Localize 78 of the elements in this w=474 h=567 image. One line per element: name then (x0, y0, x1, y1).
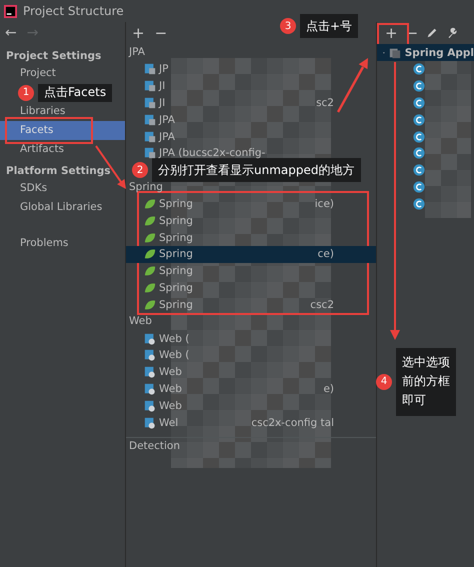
sidebar-item[interactable]: SDKs (0, 179, 125, 198)
facet-row[interactable]: JI sc2 (126, 94, 376, 112)
facet-row[interactable]: Spring csc2 (126, 296, 376, 314)
callout-label: 点击Facets (38, 84, 112, 102)
web-icon (144, 416, 156, 429)
leaf-icon (144, 214, 156, 227)
class-icon (413, 130, 425, 143)
sidebar-item[interactable]: Problems (0, 234, 125, 253)
web-icon (144, 400, 156, 412)
group-header: Web (128, 314, 153, 330)
facet-row[interactable]: Spring ce) (126, 246, 376, 263)
toolbar-button[interactable]: − (154, 24, 168, 42)
sidebar-item[interactable]: Global Libraries (0, 198, 125, 217)
web-icon (144, 349, 156, 362)
facet-row[interactable]: Web ( (126, 330, 376, 347)
section-header: Project Settings (6, 50, 102, 62)
step-number: 2 (132, 162, 148, 178)
tree-row[interactable]: Spring Appl (377, 44, 474, 61)
facet-row[interactable]: Spring ice) (126, 196, 376, 212)
facet-icon (144, 130, 156, 143)
class-icon (413, 198, 425, 210)
facet-icon (144, 114, 156, 126)
leaf-icon (144, 248, 156, 260)
section-header: Platform Settings (6, 165, 111, 177)
toolbar-button[interactable]: + (385, 24, 398, 42)
facet-row[interactable]: Spring (126, 262, 376, 280)
facet-row[interactable]: JI (126, 78, 376, 95)
sidebar-item[interactable]: Project (0, 64, 125, 83)
group-header: Detection (126, 436, 376, 455)
facet-row[interactable]: Spring (126, 229, 376, 246)
module-icon (388, 46, 401, 58)
highlight-frame (377, 23, 409, 47)
app-icon (4, 4, 17, 18)
callout-label: 选中选项前的方框即可 (396, 348, 456, 416)
facet-icon (144, 80, 156, 92)
wrench-icon[interactable] (446, 27, 458, 39)
facet-row[interactable]: JPA (126, 128, 376, 145)
class-icon (413, 180, 425, 193)
facet-icon (144, 63, 156, 76)
leaf-icon (144, 198, 156, 210)
class-icon (413, 63, 425, 76)
pencil-icon[interactable] (426, 27, 438, 39)
sidebar-item[interactable]: Artifacts (0, 140, 125, 159)
class-icon (413, 96, 425, 109)
facet-row[interactable]: Web (126, 397, 376, 414)
nav-arrow[interactable]: ← (5, 25, 17, 41)
facet-row[interactable]: JP (126, 61, 376, 78)
sidebar-item[interactable]: Facets (0, 121, 125, 140)
leaf-icon (144, 298, 156, 311)
callout-label: 分别打开查看显示unmapped的地方 (152, 158, 360, 182)
leaf-icon (144, 265, 156, 278)
class-icon (413, 114, 425, 126)
window-title: Project Structure (23, 4, 124, 18)
group-header: JPA (128, 45, 146, 60)
leaf-icon (144, 232, 156, 244)
facet-row[interactable]: Wel csc2x-config tal (126, 414, 376, 431)
toolbar-button[interactable]: + (132, 24, 145, 42)
step-number: 3 (280, 18, 296, 34)
sidebar-item[interactable]: Libraries (0, 102, 125, 121)
web-icon (144, 332, 156, 345)
leaf-icon (144, 282, 156, 294)
facet-row[interactable]: JPA (126, 111, 376, 128)
facet-icon (144, 96, 156, 109)
web-icon (144, 366, 156, 378)
facet-row[interactable]: Spring (126, 212, 376, 230)
callout-label: 点击+号 (300, 14, 358, 38)
group-header: Spring (128, 180, 164, 195)
facet-row[interactable]: Web (126, 364, 376, 381)
class-icon (413, 147, 425, 160)
class-icon (413, 80, 425, 92)
step-number: 4 (376, 374, 392, 390)
facet-row[interactable]: Spring (126, 280, 376, 296)
arrow (337, 58, 368, 113)
web-icon (144, 382, 156, 395)
facet-row[interactable]: Web e) (126, 380, 376, 398)
class-icon (413, 164, 425, 176)
facet-icon (144, 147, 156, 160)
facet-row[interactable]: Web ( (126, 346, 376, 364)
